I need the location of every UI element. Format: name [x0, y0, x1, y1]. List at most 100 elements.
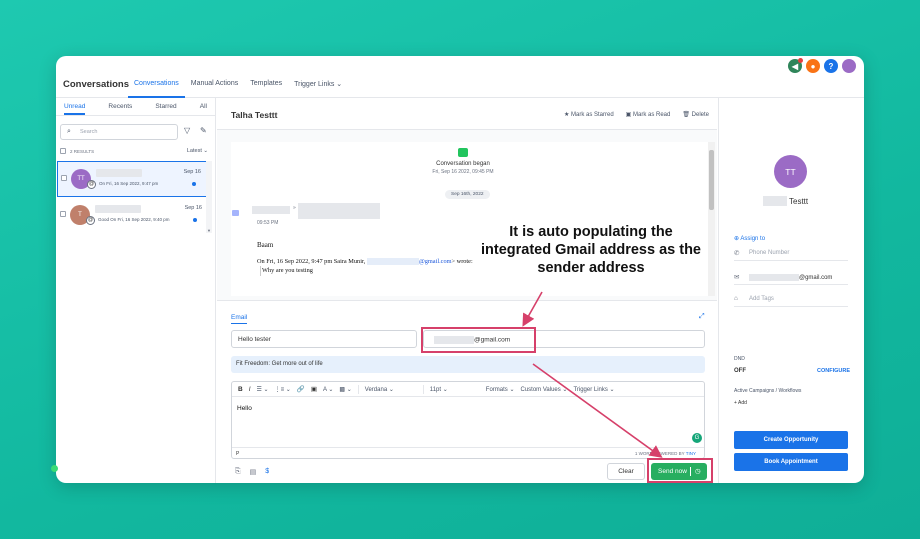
quoted-header: On Fri, 16 Sep 2022, 9:47 pm Saira Munir…: [257, 258, 473, 266]
toolbar-divider: [357, 384, 359, 394]
conversation-panel: Talha Testtt ★ Mark as Starred ▣ Mark as…: [217, 98, 717, 483]
sort-dropdown[interactable]: Latest ⌄: [187, 148, 208, 154]
phone-field[interactable]: ✆ Phone Number: [734, 247, 848, 261]
paperclip-icon[interactable]: ⎘: [235, 468, 241, 476]
book-appointment-button[interactable]: Book Appointment: [734, 453, 848, 471]
conversation-checkbox[interactable]: [61, 175, 67, 181]
unread-dot: [192, 182, 196, 186]
quote-bar: [260, 266, 261, 276]
document-icon[interactable]: ▤: [250, 468, 257, 476]
tab-email[interactable]: Email: [231, 314, 248, 324]
mark-starred-button[interactable]: ★ Mark as Starred: [564, 111, 614, 118]
bold-button[interactable]: B: [238, 386, 243, 393]
unread-dot: [193, 218, 197, 222]
configure-link[interactable]: CONFIGURE: [817, 368, 850, 374]
tab-all[interactable]: All: [200, 98, 207, 115]
conversation-item[interactable]: TT @ Sep 16 On Fri, 16 Sep 2022, 9:47 pm: [57, 161, 207, 197]
profile-avatar[interactable]: [842, 59, 856, 73]
font-size-dropdown[interactable]: 11pt ⌄: [430, 386, 480, 393]
delete-button[interactable]: 🗑 Delete: [682, 111, 709, 118]
contact-details-panel: TT Testtt ⊕ Assign to ✆ Phone Number ✉ @…: [718, 98, 864, 483]
grammarly-icon[interactable]: G: [692, 433, 702, 443]
align-dropdown[interactable]: ☰ ⌄: [257, 386, 269, 393]
message-separator: »: [293, 205, 296, 211]
annotation-text: It is auto populating the integrated Gma…: [478, 221, 704, 279]
email-domain: @gmail.com: [799, 275, 833, 282]
list-tabs: Unread Recents Starred All: [56, 98, 215, 116]
to-field[interactable]: Hello tester: [231, 330, 417, 348]
image-icon[interactable]: ▣: [311, 385, 317, 393]
email-message-icon: [232, 210, 239, 216]
add-campaign-button[interactable]: + Add: [734, 400, 747, 406]
scrollbar-thumb[interactable]: [709, 150, 714, 210]
powered-text: 1 WORD POWERED BY: [634, 451, 685, 456]
email-editor[interactable]: B I ☰ ⌄ ⋮≡ ⌄ 🔗 ▣ A ⌄ ▩ ⌄ Verdana ⌄ 11pt …: [231, 381, 705, 459]
tab-starred[interactable]: Starred: [155, 98, 176, 115]
text-color-dropdown[interactable]: A ⌄: [323, 386, 333, 393]
header-actions: ★ Mark as Starred ▣ Mark as Read 🗑 Delet…: [564, 111, 709, 118]
sender-redacted: [252, 206, 290, 214]
subject-field[interactable]: Fit Freedom: Get more out of life: [231, 356, 705, 373]
nav-manual-actions[interactable]: Manual Actions: [185, 76, 244, 98]
contact-name: Testtt: [789, 197, 809, 206]
font-dropdown[interactable]: Verdana ⌄: [365, 386, 417, 393]
help-icon[interactable]: ?: [824, 59, 838, 73]
contact-title: Talha Testtt: [231, 110, 278, 120]
quote-email-redacted: [366, 258, 419, 266]
compose-icon[interactable]: ✎: [200, 126, 207, 135]
conversation-item[interactable]: T @ Sep 16 Good On Fri, 16 Sep 2022, 9:4…: [57, 198, 207, 234]
select-all-checkbox[interactable]: [60, 148, 66, 154]
background-color-dropdown[interactable]: ▩ ⌄: [339, 386, 351, 393]
tab-unread[interactable]: Unread: [64, 98, 86, 115]
quote-email-link[interactable]: @gmail.com: [419, 258, 452, 265]
trigger-links-dropdown[interactable]: Trigger Links ⌄: [573, 386, 614, 393]
recipient-redacted: [298, 203, 380, 219]
tags-field[interactable]: ⌂ Add Tags: [734, 293, 848, 307]
assign-to-link[interactable]: ⊕ Assign to: [734, 235, 765, 242]
list-scrollbar[interactable]: ▼: [206, 161, 212, 233]
quote-suffix: > wrote:: [451, 258, 473, 265]
bell-icon[interactable]: ●: [806, 59, 820, 73]
tag-icon: ⌂: [734, 295, 738, 302]
megaphone-icon[interactable]: ◀: [788, 58, 803, 73]
tab-recents[interactable]: Recents: [108, 98, 132, 115]
top-bar: Conversations Conversations Manual Actio…: [56, 56, 864, 98]
chat-icon: [458, 148, 468, 157]
email-field[interactable]: ✉ @gmail.com: [734, 271, 848, 285]
clear-button[interactable]: Clear: [607, 463, 645, 480]
from-field-highlight: [421, 327, 536, 353]
scroll-down-icon[interactable]: ▼: [207, 228, 211, 233]
filter-icon[interactable]: ▽: [184, 126, 190, 135]
email-channel-icon: @: [87, 180, 96, 189]
status-dot: [51, 465, 58, 472]
search-row: ⌕ Search ▽ ✎: [60, 124, 212, 140]
formats-dropdown[interactable]: Formats ⌄: [486, 386, 515, 393]
conversation-checkbox[interactable]: [60, 211, 66, 217]
editor-body[interactable]: Hello: [237, 405, 252, 412]
search-placeholder: Search: [80, 129, 98, 135]
conversation-snippet: Good On Fri, 16 Sep 2022, 9:40 pm: [98, 217, 170, 222]
dnd-label: DND: [734, 356, 745, 362]
link-icon[interactable]: 🔗: [297, 385, 305, 393]
list-dropdown[interactable]: ⋮≡ ⌄: [275, 386, 291, 393]
dollar-icon[interactable]: $: [265, 468, 269, 476]
italic-button[interactable]: I: [249, 386, 251, 393]
contact-first-name-redacted: [763, 196, 787, 206]
expand-icon[interactable]: ⤢: [699, 313, 705, 321]
compose-actions: ⎘ ▤ $: [235, 468, 269, 476]
nav-templates[interactable]: Templates: [244, 76, 288, 98]
conversation-began: Conversation began: [436, 161, 490, 167]
search-input[interactable]: ⌕ Search: [60, 124, 178, 140]
nav-conversations[interactable]: Conversations: [128, 76, 185, 98]
contact-name-redacted: [95, 205, 141, 213]
conversation-snippet: On Fri, 16 Sep 2022, 9:47 pm: [99, 181, 159, 186]
nav-trigger-links[interactable]: Trigger Links ⌄: [288, 76, 348, 98]
custom-values-dropdown[interactable]: Custom Values ⌄: [521, 386, 568, 393]
mail-icon: ✉: [734, 274, 740, 281]
thread-scrollbar[interactable]: [708, 142, 715, 296]
contact-avatar: TT: [774, 155, 807, 188]
create-opportunity-button[interactable]: Create Opportunity: [734, 431, 848, 449]
send-button-highlight: [647, 458, 713, 483]
tiny-brand[interactable]: TINY: [686, 451, 696, 456]
mark-read-button[interactable]: ▣ Mark as Read: [626, 111, 671, 118]
